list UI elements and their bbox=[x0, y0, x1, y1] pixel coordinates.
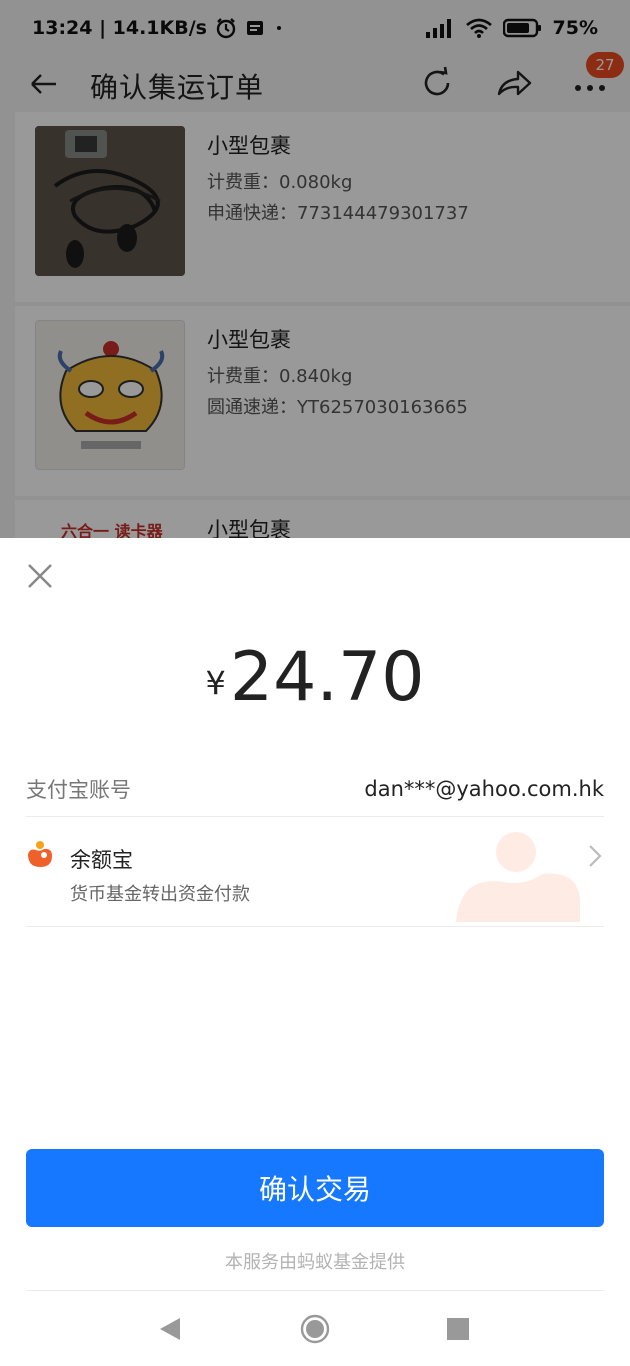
divider bbox=[26, 926, 604, 927]
chevron-right-icon bbox=[586, 842, 604, 870]
system-home-icon[interactable] bbox=[300, 1314, 330, 1344]
system-back-icon[interactable] bbox=[158, 1316, 182, 1342]
background-page: 13:24 | 14.1KB/s 75% 确认集运订单 27 小型包裹 计费重：… bbox=[0, 0, 630, 540]
close-icon[interactable] bbox=[24, 560, 56, 592]
divider bbox=[26, 816, 604, 817]
currency-symbol: ¥ bbox=[205, 664, 226, 702]
system-nav-bar bbox=[0, 1290, 630, 1366]
method-name: 余额宝 bbox=[70, 848, 133, 872]
yuebao-icon bbox=[26, 840, 54, 868]
service-provider-note: 本服务由蚂蚁基金提供 bbox=[225, 1252, 405, 1273]
yuebao-watermark-icon bbox=[446, 830, 586, 922]
payment-sheet: ¥24.70 支付宝账号 dan***@yahoo.com.hk 余额宝 货币基… bbox=[0, 538, 630, 1366]
payment-method-row[interactable]: 余额宝 货币基金转出资金付款 bbox=[26, 820, 604, 926]
modal-overlay[interactable] bbox=[0, 0, 630, 540]
account-value: dan***@yahoo.com.hk bbox=[364, 777, 604, 801]
account-label: 支付宝账号 bbox=[26, 778, 131, 802]
method-description: 货币基金转出资金付款 bbox=[70, 884, 250, 905]
confirm-transaction-button[interactable]: 确认交易 bbox=[26, 1149, 604, 1227]
amount-value: 24.70 bbox=[229, 638, 425, 717]
payment-amount: ¥24.70 bbox=[0, 638, 630, 717]
system-recent-icon[interactable] bbox=[447, 1318, 469, 1340]
account-row: 支付宝账号 dan***@yahoo.com.hk bbox=[26, 764, 604, 814]
